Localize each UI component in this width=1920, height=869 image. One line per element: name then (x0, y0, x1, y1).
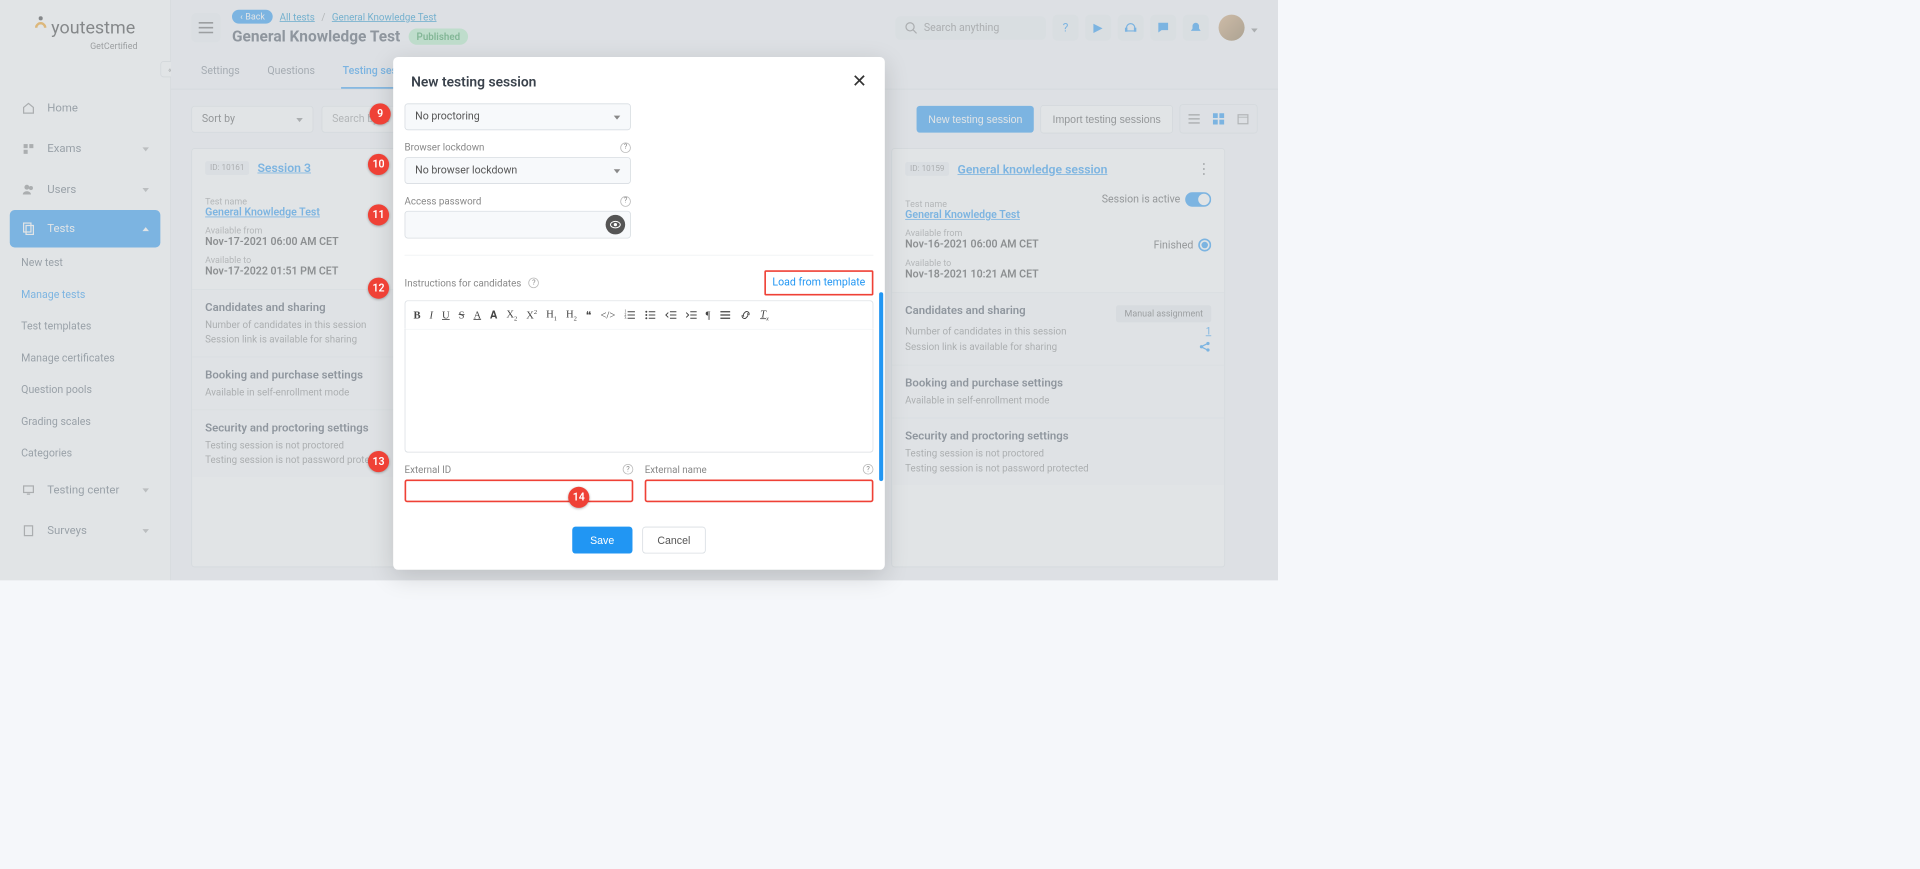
font-family-button[interactable]: 𝐀 (490, 308, 497, 321)
scrollbar[interactable] (879, 292, 883, 481)
external-id-input[interactable] (405, 479, 634, 502)
heading1-button[interactable]: H1 (546, 308, 557, 322)
clear-format-button[interactable]: Tx (760, 308, 769, 322)
callout-9: 9 (370, 103, 391, 124)
lockdown-label: Browser lockdown (405, 142, 485, 153)
superscript-button[interactable]: X2 (526, 308, 537, 321)
unordered-list-button[interactable] (645, 309, 656, 320)
paragraph-button[interactable]: ¶ (706, 308, 711, 321)
align-button[interactable] (719, 309, 730, 320)
instructions-editor[interactable] (405, 329, 874, 453)
cancel-button[interactable]: Cancel (642, 526, 706, 553)
quote-button[interactable]: ❝ (586, 308, 592, 321)
new-session-modal: New testing session ✕ No proctoring Brow… (393, 57, 885, 569)
lockdown-select[interactable]: No browser lockdown (405, 157, 631, 184)
modal-title: New testing session (411, 74, 536, 90)
code-button[interactable]: </> (600, 308, 615, 321)
help-icon[interactable]: ? (620, 142, 631, 153)
show-password-button[interactable] (606, 215, 626, 235)
subscript-button[interactable]: X2 (506, 308, 517, 322)
callout-14: 14 (568, 487, 589, 508)
ordered-list-button[interactable]: 123 (624, 309, 635, 320)
link-button[interactable] (740, 309, 751, 320)
help-icon[interactable]: ? (529, 278, 540, 289)
proctoring-value: No proctoring (415, 111, 480, 123)
callout-11: 11 (368, 204, 389, 225)
italic-button[interactable]: I (430, 308, 434, 321)
external-name-label: External name (645, 464, 707, 475)
proctoring-select[interactable]: No proctoring (405, 103, 631, 130)
outdent-button[interactable] (665, 309, 676, 320)
editor-toolbar: B I U S A 𝐀 X2 X2 H1 H2 ❝ </> 123 ¶ Tx (405, 300, 874, 328)
save-button[interactable]: Save (572, 526, 632, 553)
svg-text:3: 3 (624, 315, 626, 320)
callout-12: 12 (368, 278, 389, 299)
password-label: Access password (405, 195, 482, 206)
bold-button[interactable]: B (414, 308, 421, 321)
callout-10: 10 (368, 154, 389, 175)
indent-button[interactable] (685, 309, 696, 320)
strikethrough-button[interactable]: S (459, 308, 465, 321)
help-icon[interactable]: ? (863, 464, 874, 475)
external-name-input[interactable] (645, 479, 874, 502)
lockdown-value: No browser lockdown (415, 164, 517, 176)
underline-button[interactable]: U (442, 308, 450, 321)
instructions-label: Instructions for candidates (405, 277, 522, 288)
password-input[interactable] (405, 211, 631, 239)
callout-13: 13 (368, 451, 389, 472)
help-icon[interactable]: ? (620, 196, 631, 207)
font-color-button[interactable]: A (473, 308, 481, 321)
external-id-label: External ID (405, 464, 452, 475)
chevron-down-icon (614, 111, 621, 123)
load-template-link[interactable]: Load from template (764, 270, 873, 295)
close-modal-button[interactable]: ✕ (852, 72, 867, 92)
chevron-down-icon (614, 164, 621, 176)
help-icon[interactable]: ? (623, 464, 634, 475)
heading2-button[interactable]: H2 (566, 308, 577, 322)
